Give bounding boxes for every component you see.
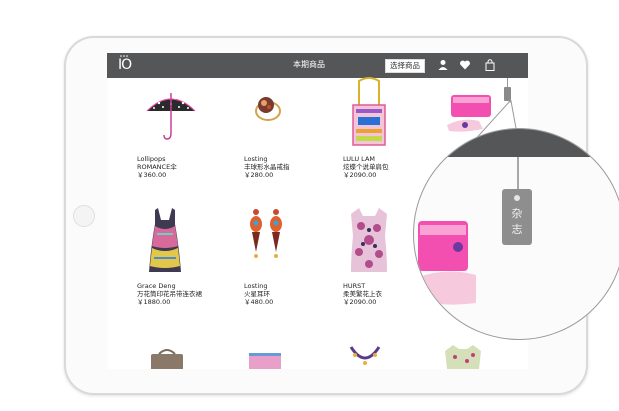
handbag-image	[151, 349, 183, 369]
ring-image	[255, 97, 281, 121]
necklace-image	[349, 346, 381, 365]
product-brand: HURST	[343, 282, 366, 290]
shorts-image	[249, 353, 281, 369]
select-products-button[interactable]: 选择商品	[385, 59, 425, 73]
product-name: ROMANCE伞	[137, 163, 177, 171]
home-button[interactable]	[73, 205, 95, 227]
earrings-image	[250, 209, 282, 258]
product-name: 炫蝶个说单肩包	[343, 163, 389, 171]
tag-char-1: 杂	[511, 207, 523, 220]
product-price: ￥360.00	[137, 171, 167, 179]
zoom-top-bar	[414, 129, 619, 157]
product-brand: Losting	[244, 282, 268, 290]
product-brand: LULU LAM	[343, 155, 376, 163]
tag-char-2: 志	[511, 223, 523, 236]
top-bar: IO 本期商品 选择商品	[107, 53, 528, 78]
blouse-image	[445, 345, 481, 369]
product-brand: Grace Deng	[137, 282, 176, 290]
zoom-magazine-tag[interactable]: 杂 志	[502, 189, 532, 245]
dress-image	[149, 208, 181, 272]
product-brand: Lollipops	[137, 155, 166, 163]
product-price: ￥2090.00	[343, 171, 377, 179]
product-price: ￥280.00	[244, 171, 274, 179]
app-logo[interactable]: IO	[118, 57, 132, 73]
zoom-magnifier: 杂 志	[413, 128, 619, 340]
product-name: 万花筒印花吊带连衣裙	[137, 290, 202, 298]
product-name: 柔美繁花上衣	[343, 290, 382, 298]
zoom-pink-bag-image	[418, 221, 476, 305]
tag-hole	[514, 195, 520, 201]
user-icon[interactable]	[437, 59, 449, 71]
heart-icon[interactable]	[459, 59, 471, 71]
magazine-tag[interactable]	[504, 87, 511, 101]
product-brand: Losting	[244, 155, 268, 163]
top-image	[351, 208, 387, 272]
product-price: ￥480.00	[244, 298, 274, 306]
zoom-tag-string	[517, 157, 519, 193]
product-price: ￥2090.00	[343, 298, 377, 306]
umbrella-image	[146, 93, 196, 140]
shopping-bag-icon[interactable]	[484, 59, 496, 71]
product-name: 丰球形水晶戒指	[244, 163, 290, 171]
page-title: 本期商品	[293, 60, 325, 69]
product-price: ￥1880.00	[137, 298, 171, 306]
bag-image	[352, 77, 386, 146]
product-name: 火星耳环	[244, 290, 270, 298]
